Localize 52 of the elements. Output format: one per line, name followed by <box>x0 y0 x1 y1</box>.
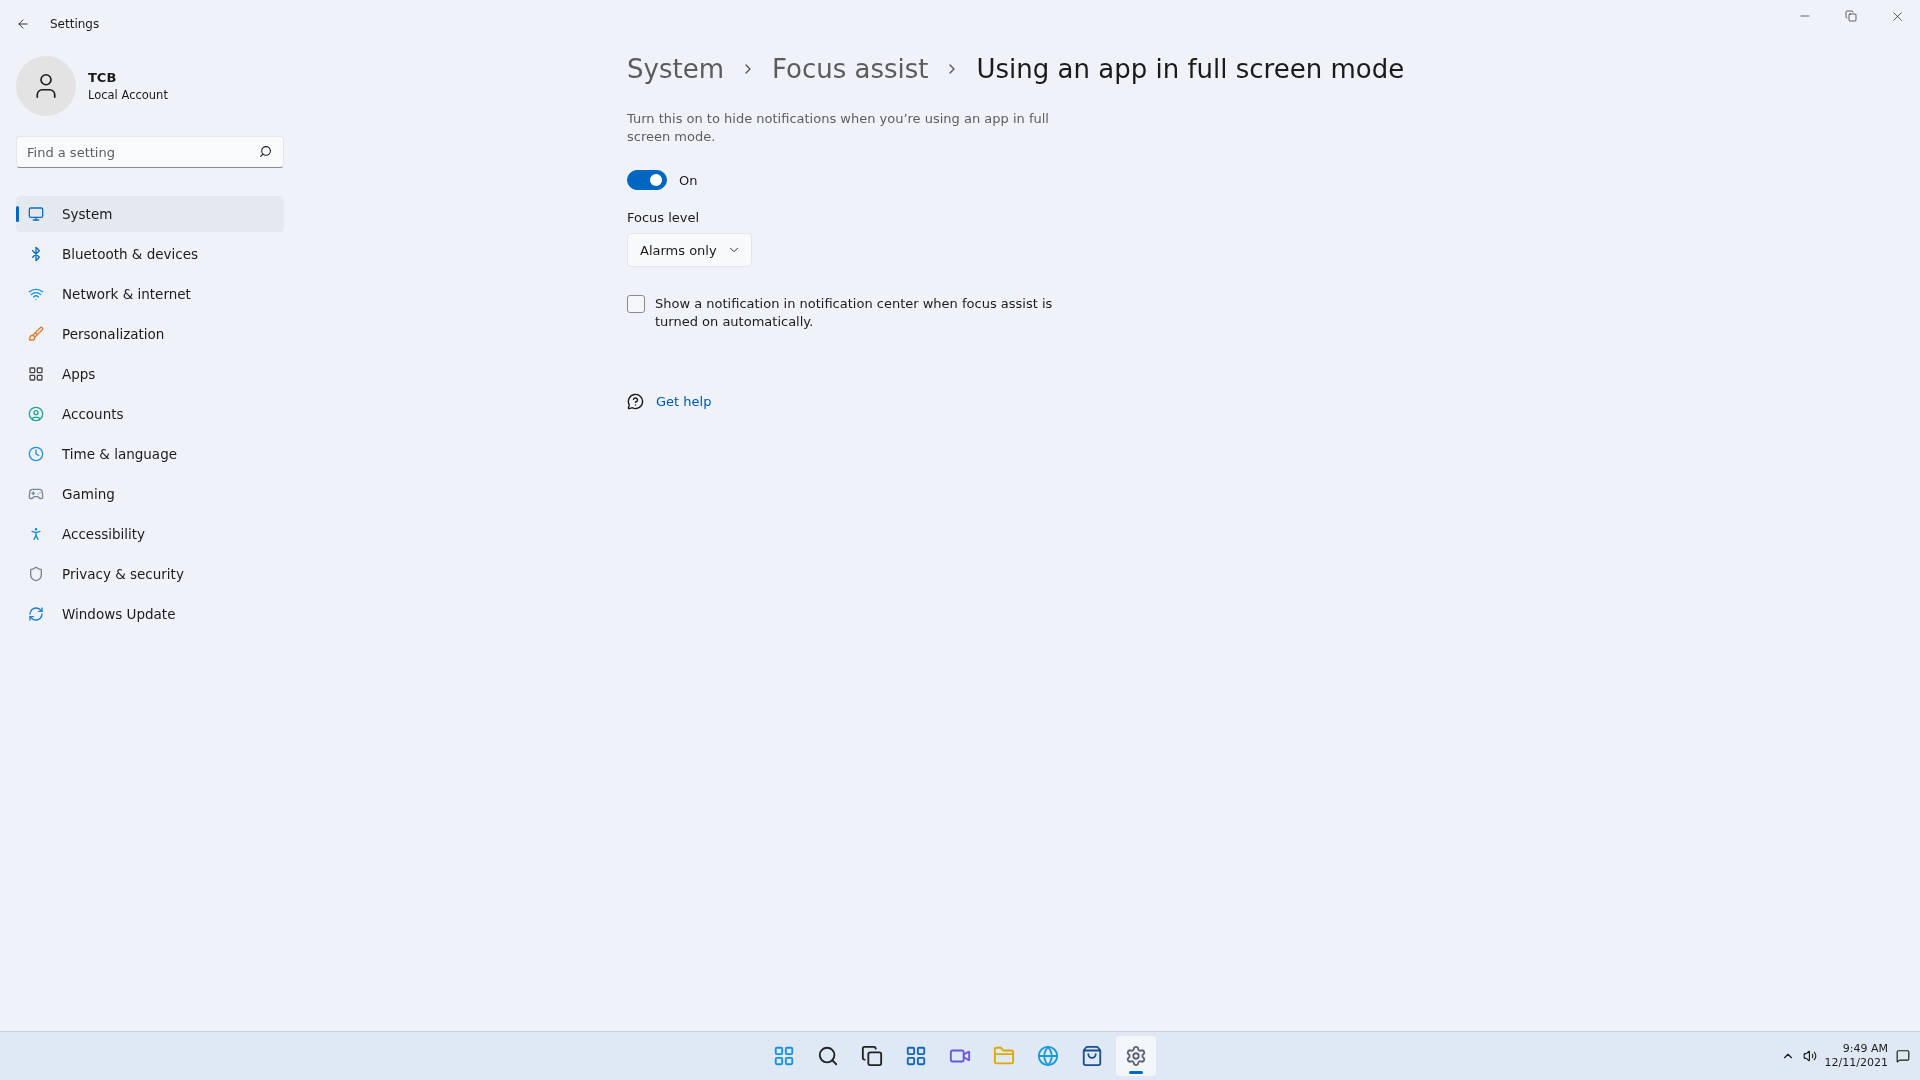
clock-time: 9:49 AM <box>1842 1042 1888 1056</box>
nav-item[interactable]: Privacy & security <box>16 556 284 592</box>
widgets-icon <box>905 1045 927 1067</box>
folder-icon <box>993 1045 1015 1067</box>
get-help-link[interactable]: Get help <box>656 394 712 409</box>
clock-date: 12/11/2021 <box>1824 1056 1888 1070</box>
checkbox-label: Show a notification in notification center when focus assist is turned on automatically. <box>655 295 1054 331</box>
apps-icon <box>28 366 44 382</box>
account-type: Local Account <box>88 88 168 102</box>
settings-icon <box>1125 1045 1147 1067</box>
window-title: Settings <box>50 17 100 31</box>
search-field[interactable]: Find a setting <box>16 136 284 168</box>
shield-icon <box>28 566 44 582</box>
monitor-icon <box>28 206 44 222</box>
search-icon <box>817 1045 839 1067</box>
nav-item[interactable]: Accounts <box>16 396 284 432</box>
nav-item[interactable]: Network & internet <box>16 276 284 312</box>
restore-icon <box>1845 10 1857 22</box>
store-icon <box>1081 1045 1103 1067</box>
globe-icon <box>1037 1045 1059 1067</box>
speaker-icon[interactable] <box>1802 1049 1817 1063</box>
nav-item[interactable]: Personalization <box>16 316 284 352</box>
nav-item[interactable]: Apps <box>16 356 284 392</box>
nav-item[interactable]: Windows Update <box>16 596 284 632</box>
notification-icon[interactable] <box>1896 1049 1910 1063</box>
checkbox[interactable] <box>627 295 645 313</box>
clock-icon <box>28 446 44 462</box>
nav-item[interactable]: Time & language <box>16 436 284 472</box>
update-icon <box>28 606 44 622</box>
brush-icon <box>28 326 44 342</box>
gamepad-icon <box>28 486 44 502</box>
description: Turn this on to hide notifications when you’re using an app in full screen mode. <box>627 110 1050 146</box>
toggle-label: On <box>679 172 698 188</box>
breadcrumb-item[interactable]: System <box>627 54 724 84</box>
nav-item[interactable]: Bluetooth & devices <box>16 236 284 272</box>
field-label: Focus level <box>627 210 700 225</box>
focus-level-dropdown[interactable]: Alarms only <box>627 233 752 267</box>
accessibility-icon <box>28 526 44 542</box>
account-name: TCB <box>88 70 118 85</box>
toggle-switch[interactable] <box>627 170 667 190</box>
nav-item[interactable]: System <box>16 196 284 232</box>
breadcrumb-item: Using an app in full screen mode <box>976 54 1405 84</box>
search-icon <box>259 145 272 158</box>
back-icon[interactable] <box>16 17 30 31</box>
wifi-icon <box>28 286 44 302</box>
task-view-icon <box>861 1045 883 1067</box>
breadcrumb-item[interactable]: Focus assist <box>771 54 929 84</box>
person-icon <box>28 406 44 422</box>
help-icon <box>627 393 644 410</box>
windows-logo-icon <box>773 1045 795 1067</box>
nav-item[interactable]: Accessibility <box>16 516 284 552</box>
nav-item[interactable]: Gaming <box>16 476 284 512</box>
